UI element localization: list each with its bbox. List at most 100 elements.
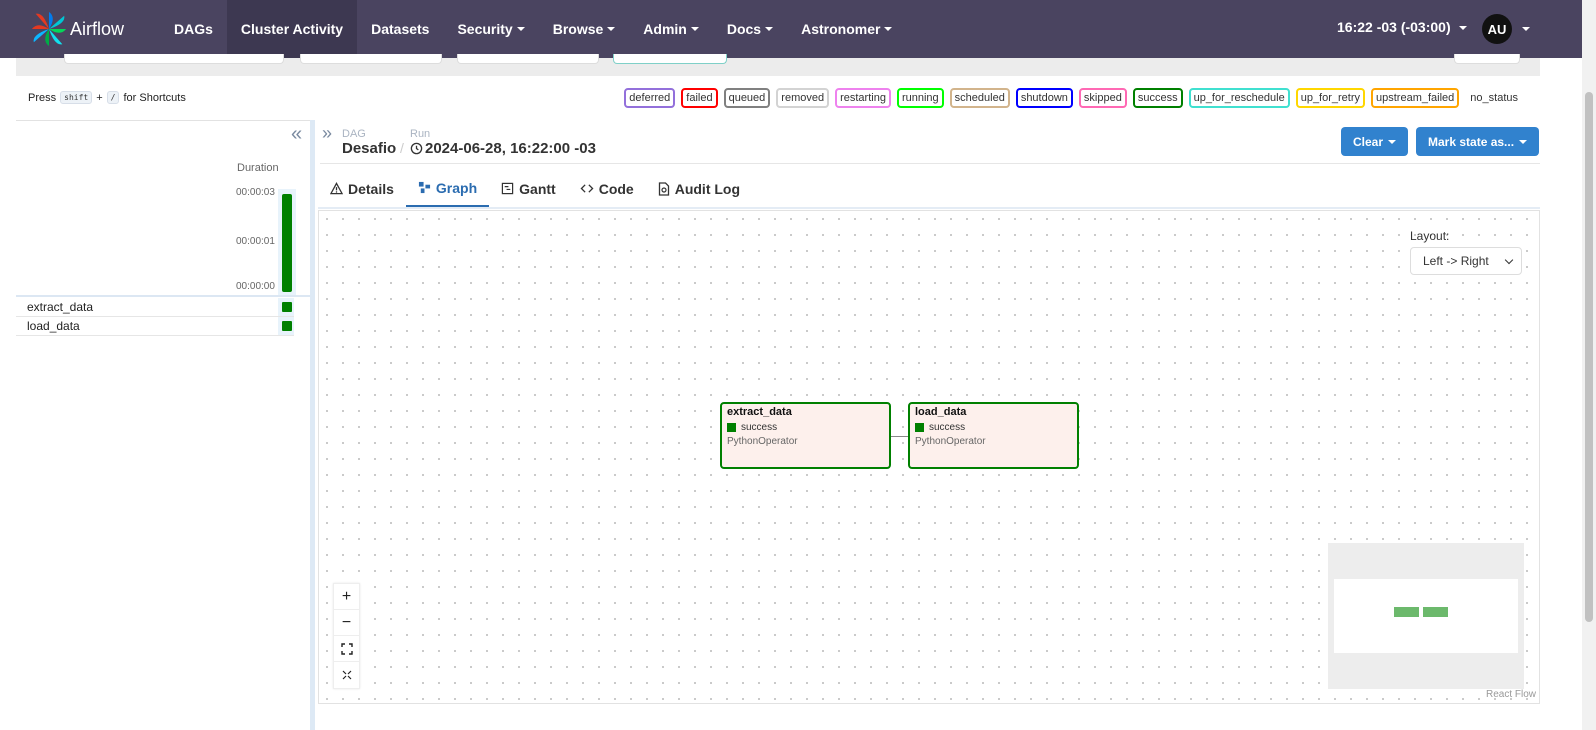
- user-initials: AU: [1487, 21, 1507, 37]
- clear-label: Clear: [1353, 134, 1384, 149]
- nav-astronomer[interactable]: Astronomer: [787, 0, 906, 58]
- graph-node-load-data[interactable]: load_data success PythonOperator: [908, 402, 1079, 469]
- caret-down-icon: [1388, 139, 1397, 144]
- gantt-icon: [501, 182, 514, 195]
- nav-admin-label: Admin: [643, 21, 687, 37]
- legend-up-for-retry[interactable]: up_for_retry: [1295, 88, 1366, 108]
- airflow-logo[interactable]: Airflow: [30, 10, 160, 48]
- zoom-out-icon[interactable]: −: [334, 610, 359, 636]
- user-menu-caret-icon[interactable]: [1522, 27, 1530, 31]
- filter-input[interactable]: [300, 54, 442, 64]
- clear-button[interactable]: Clear: [1341, 127, 1409, 156]
- filter-bar: [16, 54, 1540, 76]
- legend-queued[interactable]: queued: [723, 88, 771, 108]
- tab-details[interactable]: Details: [318, 170, 406, 207]
- details-header: » DAG Desafio / Run 2024-06-28, 16:22:00…: [320, 120, 1540, 164]
- node-operator: PythonOperator: [727, 436, 798, 447]
- legend-scheduled[interactable]: scheduled: [949, 88, 1010, 108]
- task-instance-status[interactable]: [282, 321, 292, 331]
- task-row[interactable]: load_data: [16, 317, 294, 336]
- nav-datasets[interactable]: Datasets: [357, 0, 443, 58]
- breadcrumb-dag[interactable]: Desafio: [342, 140, 396, 157]
- dag-run-duration-bar[interactable]: [282, 194, 292, 292]
- duration-tick: 00:00:01: [236, 236, 275, 247]
- nav-dags-label: DAGs: [174, 21, 213, 37]
- graph-node-extract-data[interactable]: extract_data success PythonOperator: [720, 402, 891, 469]
- legend-upstream-failed[interactable]: upstream_failed: [1371, 88, 1460, 108]
- legend-shutdown[interactable]: shutdown: [1015, 88, 1073, 108]
- filter-input[interactable]: [457, 54, 599, 64]
- mark-state-button[interactable]: Mark state as...: [1416, 127, 1540, 156]
- legend-deferred[interactable]: deferred: [624, 88, 676, 108]
- filter-button[interactable]: [1454, 54, 1520, 64]
- collapse-details-icon[interactable]: «: [291, 123, 302, 146]
- nav-dags[interactable]: DAGs: [160, 0, 227, 58]
- state-legend: deferred failed queued removed restarting run…: [624, 88, 1523, 108]
- nav-admin[interactable]: Admin: [629, 0, 713, 58]
- panel-resizer[interactable]: [310, 120, 315, 730]
- fit-view-icon[interactable]: [334, 636, 359, 662]
- code-icon: [580, 184, 594, 193]
- nav-docs-label: Docs: [726, 21, 762, 37]
- graph-canvas[interactable]: Layout: Left -> Right extract_data succe…: [318, 210, 1540, 704]
- layout-value: Left -> Right: [1423, 254, 1489, 268]
- legend-skipped[interactable]: skipped: [1078, 88, 1127, 108]
- filter-button[interactable]: [613, 54, 727, 64]
- tab-gantt[interactable]: Gantt: [489, 170, 568, 207]
- legend-success[interactable]: success: [1132, 88, 1183, 108]
- nav-cluster-activity-label: Cluster Activity: [240, 21, 344, 37]
- duration-tick: 00:00:03: [236, 187, 275, 198]
- node-task-name: load_data: [915, 406, 967, 418]
- breadcrumb-dag-label: DAG: [342, 128, 366, 140]
- nav-cluster-activity[interactable]: Cluster Activity: [226, 0, 358, 58]
- caret-down-icon: [607, 27, 616, 31]
- scrollbar-thumb[interactable]: [1585, 92, 1593, 622]
- nav-docs[interactable]: Docs: [713, 0, 787, 58]
- shortcuts-hint: Press shift + / for Shortcuts: [28, 91, 186, 104]
- legend-up-for-reschedule[interactable]: up_for_reschedule: [1188, 88, 1290, 108]
- node-status: success: [727, 422, 884, 433]
- layout-select[interactable]: Left -> Right: [1410, 247, 1522, 275]
- slash-key: /: [106, 91, 120, 104]
- legend-failed[interactable]: failed: [681, 88, 718, 108]
- duration-tick: 00:00:00: [236, 281, 275, 292]
- caret-down-icon: [884, 27, 893, 31]
- breadcrumb-run[interactable]: 2024-06-28, 16:22:00 -03: [410, 140, 596, 157]
- task-name: extract_data: [27, 300, 94, 314]
- legend-removed[interactable]: removed: [776, 88, 830, 108]
- nav-browse[interactable]: Browse: [539, 0, 630, 58]
- task-name: load_data: [27, 319, 80, 333]
- tab-label: Details: [348, 180, 394, 197]
- node-state: success: [741, 422, 778, 433]
- react-flow-attribution[interactable]: React Flow: [1486, 689, 1536, 700]
- node-operator: PythonOperator: [915, 436, 986, 447]
- filter-input[interactable]: [64, 54, 284, 64]
- tab-label: Graph: [435, 179, 478, 196]
- status-dot: [915, 423, 924, 432]
- caret-down-icon: [765, 27, 774, 31]
- expand-grid-icon[interactable]: »: [322, 123, 332, 144]
- duration-label: Duration: [237, 162, 279, 174]
- minimap-node: [1423, 607, 1448, 617]
- user-avatar[interactable]: AU: [1482, 14, 1512, 44]
- task-instance-status[interactable]: [282, 302, 292, 312]
- legend-no-status[interactable]: no_status: [1465, 88, 1523, 108]
- layout-label: Layout:: [1410, 229, 1450, 243]
- task-row[interactable]: extract_data: [16, 298, 294, 317]
- legend-running[interactable]: running: [896, 88, 944, 108]
- timezone-clock[interactable]: 16:22 -03 (-03:00): [1337, 19, 1467, 35]
- clock-icon: [410, 142, 423, 155]
- zoom-in-icon[interactable]: +: [334, 584, 359, 610]
- tab-graph[interactable]: Graph: [405, 170, 490, 207]
- minimap[interactable]: [1328, 543, 1524, 689]
- legend-restarting[interactable]: restarting: [835, 88, 891, 108]
- center-view-icon[interactable]: [334, 662, 359, 688]
- shortcuts-suffix: for Shortcuts: [123, 91, 186, 104]
- shortcuts-prefix: Press: [28, 91, 57, 104]
- tab-code[interactable]: Code: [568, 170, 646, 207]
- caret-down-icon: [690, 27, 699, 31]
- nav-security[interactable]: Security: [443, 0, 538, 58]
- page-scrollbar[interactable]: [1582, 0, 1596, 730]
- tab-audit-log[interactable]: Audit Log: [646, 170, 752, 207]
- node-state: success: [929, 422, 966, 433]
